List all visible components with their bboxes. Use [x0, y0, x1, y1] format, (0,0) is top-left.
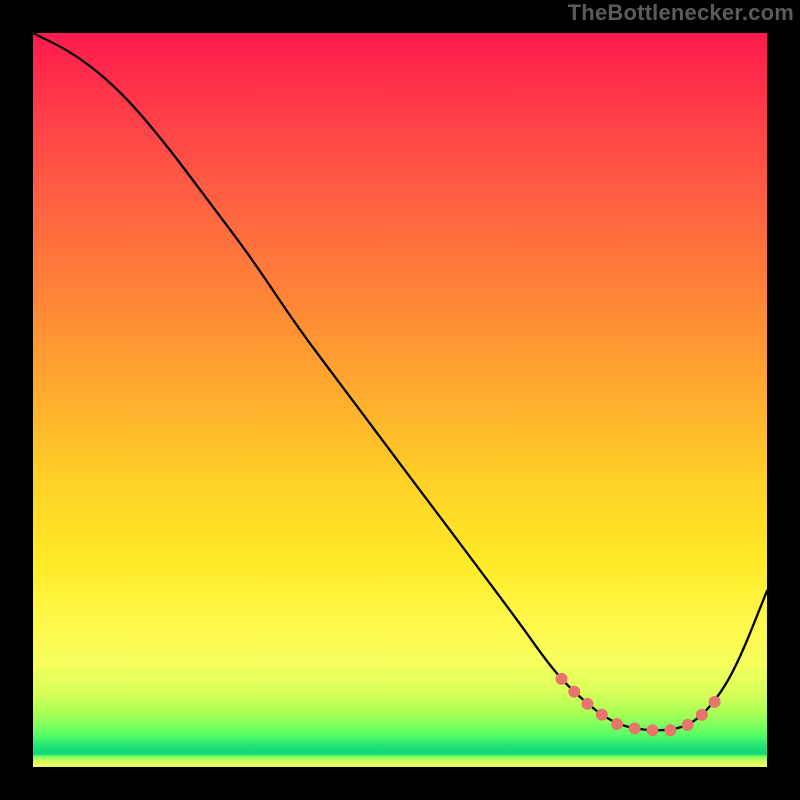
plot-area: [33, 33, 767, 767]
highlighted-segment: [562, 679, 716, 730]
watermark-text: TheBottlenecker.com: [568, 0, 794, 26]
curve-overlay: [33, 33, 767, 767]
chart-container: TheBottlenecker.com: [0, 0, 800, 800]
bottleneck-curve: [33, 33, 767, 730]
